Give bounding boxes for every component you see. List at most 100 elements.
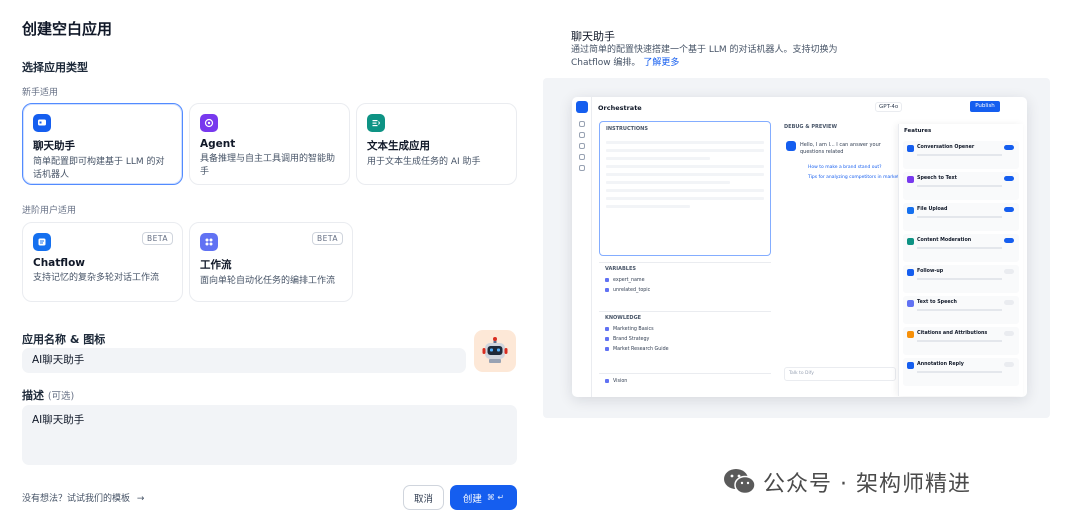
features-title: Features	[904, 128, 932, 134]
feature-desc-line	[917, 309, 1002, 311]
app-type-card-text-generation[interactable]: 文本生成应用 用于文本生成任务的 AI 助手	[356, 103, 517, 185]
description-label: 描述 (可选)	[22, 387, 74, 403]
app-type-card-workflow[interactable]: BETA 工作流 面向单轮自动化任务的编排工作流	[189, 222, 353, 302]
card-desc: 支持记忆的复杂多轮对话工作流	[33, 273, 160, 283]
feature-item: Annotation Reply	[903, 358, 1019, 386]
instructions-box: INSTRUCTIONS	[599, 121, 771, 256]
workflow-icon	[200, 233, 218, 251]
watermark-text: 公众号 · 架构师精进	[763, 472, 971, 497]
feature-name: Citations and Attributions	[917, 331, 988, 336]
description-textarea[interactable]: AI聊天助手	[22, 405, 517, 465]
preview-title: 聊天助手	[571, 30, 615, 43]
card-title: 文本生成应用	[367, 140, 430, 152]
app-type-card-chat-assistant[interactable]: 聊天助手 简单配置即可构建基于 LLM 的对话机器人	[22, 103, 183, 185]
variable-row: expert_name	[599, 275, 771, 285]
card-desc: 面向单轮自动化任务的编排工作流	[200, 276, 336, 286]
learn-more-link[interactable]: 了解更多	[643, 58, 679, 68]
card-title: 工作流	[200, 259, 232, 271]
app-type-card-agent[interactable]: Agent 具备推理与自主工具调用的智能助手	[189, 103, 350, 185]
feature-name: Conversation Opener	[917, 145, 975, 150]
variable-row: unrelated_topic	[599, 285, 771, 295]
knowledge-name: Marketing Basics	[613, 326, 654, 332]
card-desc: 具备推理与自主工具调用的智能助手	[200, 154, 336, 177]
feature-toggle	[1004, 207, 1014, 212]
feature-item: Citations and Attributions	[903, 327, 1019, 355]
suggested-question: Tips for analyzing competitors in market	[808, 175, 900, 180]
card-desc: 用于文本生成任务的 AI 助手	[367, 157, 481, 167]
preview-sidebar	[572, 97, 592, 397]
cancel-button[interactable]: 取消	[403, 485, 444, 510]
feature-toggle	[1004, 269, 1014, 274]
feature-icon	[907, 331, 914, 338]
feature-icon	[907, 300, 914, 307]
feature-icon	[907, 238, 914, 245]
feature-name: Text to Speech	[917, 300, 957, 305]
create-button[interactable]: 创建 ⌘ ↵	[450, 485, 517, 510]
feature-toggle	[1004, 331, 1014, 336]
feature-item: Follow-up	[903, 265, 1019, 293]
variable-name: expert_name	[613, 277, 645, 283]
vision-label: Vision	[613, 378, 628, 384]
card-title: Agent	[200, 138, 236, 150]
card-desc: 简单配置即可构建基于 LLM 的对话机器人	[33, 157, 165, 180]
feature-desc-line	[917, 371, 1002, 373]
feature-item: Conversation Opener	[903, 141, 1019, 169]
feature-item: Content Moderation	[903, 234, 1019, 262]
feature-toggle	[1004, 362, 1014, 367]
app-type-card-chatflow[interactable]: BETA Chatflow 支持记忆的复杂多轮对话工作流	[22, 222, 183, 302]
app-icon-picker[interactable]	[474, 330, 516, 372]
try-template-text: 没有想法？试试我们的模板	[22, 494, 131, 504]
try-template-link[interactable]: 没有想法？试试我们的模板 →	[22, 491, 144, 504]
preview-desc: 通过简单的配置快速搭建一个基于 LLM 的对话机器人。支持切换为 Chatflo…	[571, 44, 861, 70]
advanced-label: 进阶用户适用	[22, 206, 77, 216]
robot-icon	[200, 114, 218, 132]
knowledge-name: Brand Strategy	[613, 336, 650, 342]
features-panel: Features Conversation Opener Speech to Te…	[898, 124, 1023, 396]
list-icon	[579, 143, 585, 149]
bot-avatar-icon	[786, 141, 796, 151]
knowledge-row: Market Research Guide	[599, 344, 771, 354]
feature-icon	[907, 176, 914, 183]
feature-desc-line	[917, 185, 1002, 187]
feature-toggle	[1004, 176, 1014, 181]
app-name-input[interactable]: AI聊天助手	[22, 348, 466, 373]
shortcut-hint: ⌘ ↵	[486, 493, 505, 502]
vision-section: Vision	[599, 373, 771, 388]
vision-row: Vision	[599, 374, 771, 388]
beta-badge: BETA	[311, 232, 343, 245]
description-label-text: 描述	[22, 389, 44, 402]
knowledge-caption: KNOWLEDGE	[605, 315, 642, 321]
log-icon	[579, 154, 585, 160]
page-title: 创建空白应用	[22, 20, 113, 38]
feature-name: Speech to Text	[917, 176, 957, 181]
feature-item: Speech to Text	[903, 172, 1019, 200]
chatflow-icon	[33, 233, 51, 251]
knowledge-section: KNOWLEDGE Marketing Basics Brand Strateg…	[599, 311, 771, 354]
robot-avatar-icon	[482, 337, 508, 363]
preview-window: Orchestrate GPT-4o Publish INSTRUCTIONS …	[572, 97, 1027, 397]
wechat-icon	[724, 469, 756, 495]
feature-toggle	[1004, 300, 1014, 305]
card-title: 聊天助手	[33, 140, 75, 152]
feature-item: File Upload	[903, 203, 1019, 231]
app-name-label: 应用名称 & 图标	[22, 333, 106, 346]
debug-caption: DEBUG & PREVIEW	[784, 124, 837, 130]
feature-desc-line	[917, 340, 1002, 342]
doc-icon	[579, 132, 585, 138]
suggested-question: How to make a brand stand out?	[808, 165, 882, 170]
feature-name: Content Moderation	[917, 238, 972, 243]
feature-name: File Upload	[917, 207, 948, 212]
feature-item: Text to Speech	[903, 296, 1019, 324]
feature-toggle	[1004, 238, 1014, 243]
knowledge-row: Brand Strategy	[599, 334, 771, 344]
feature-icon	[907, 145, 914, 152]
optional-hint: (可选)	[47, 391, 75, 402]
beginner-label: 新手适用	[22, 88, 59, 98]
feature-name: Annotation Reply	[917, 362, 964, 367]
orchestrate-title: Orchestrate	[598, 104, 642, 112]
card-title: Chatflow	[33, 257, 85, 269]
text-generate-icon	[367, 114, 385, 132]
search-icon	[579, 121, 585, 127]
arrow-right-icon: →	[136, 494, 145, 504]
variable-name: unrelated_topic	[613, 287, 651, 293]
